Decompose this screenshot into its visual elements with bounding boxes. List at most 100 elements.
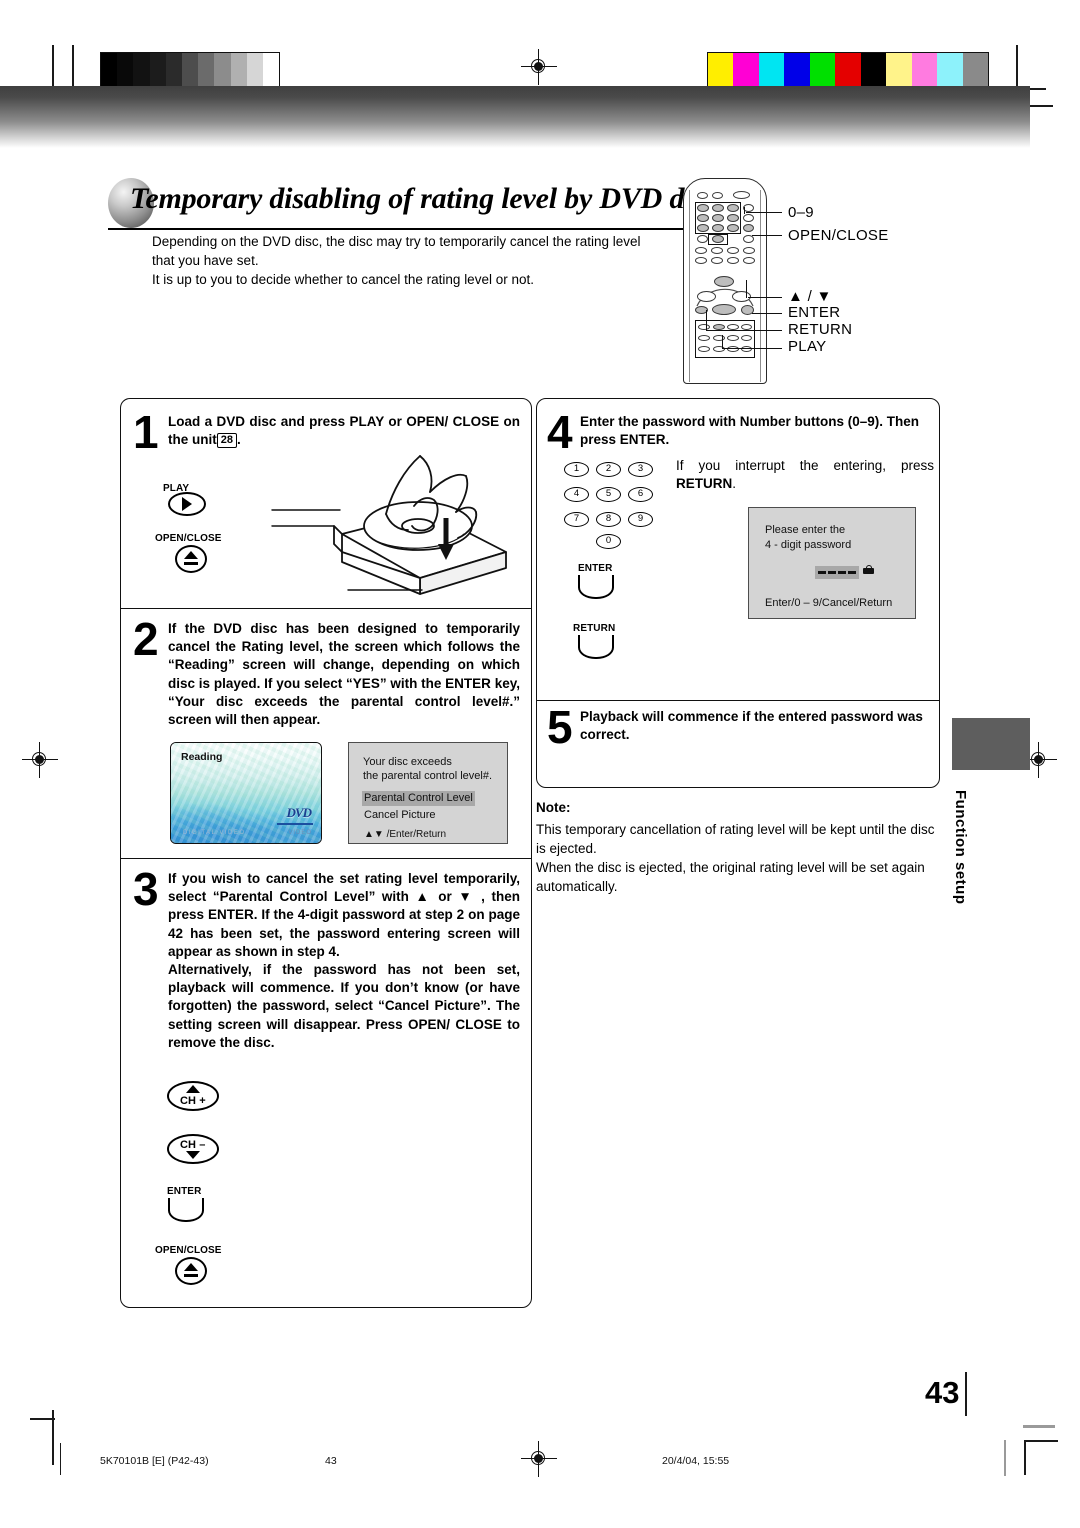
callout-line-play (722, 348, 782, 350)
crop-mark-bottom-right-corner-v (1024, 1440, 1026, 1475)
note-body: This temporary cancellation of rating le… (536, 822, 935, 894)
number-button-3[interactable]: 3 (628, 462, 653, 477)
page-number: 43 (925, 1375, 960, 1410)
callout-line-numbers (746, 212, 782, 214)
dvd-logo: DVD (286, 805, 312, 820)
remote-key (743, 257, 755, 264)
footer-timestamp: 20/4/04, 15:55 (662, 1455, 730, 1467)
step-4-number: 4 (547, 406, 573, 458)
ch-down-button-label: CH – (180, 1139, 206, 1151)
crop-mark-top-right-v (1016, 45, 1018, 90)
step-1-number: 1 (133, 406, 159, 458)
remote-label-open-close: OPEN/CLOSE (788, 227, 889, 244)
number-button-4[interactable]: 4 (564, 487, 589, 502)
remote-key (695, 257, 707, 264)
return-button-caption-step4: RETURN (573, 623, 616, 634)
password-dash (828, 571, 836, 574)
number-button-5[interactable]: 5 (596, 487, 621, 502)
step-2-text: If the DVD disc has been designed to tem… (168, 621, 520, 728)
remote-key (711, 247, 723, 254)
step1-step2-divider (121, 608, 531, 610)
footer-rule-left (60, 1443, 62, 1475)
return-key-icon-step4[interactable] (578, 635, 614, 659)
open-close-button-caption: OPEN/CLOSE (155, 533, 222, 544)
number-button-1[interactable]: 1 (564, 462, 589, 477)
remote-key (733, 191, 750, 199)
remote-num-key (727, 204, 739, 212)
registration-mark-bottom (521, 1441, 557, 1477)
step-1-text: Load a DVD disc and press PLAY or OPEN/ … (168, 413, 520, 449)
eject-bar-icon-step3 (184, 1274, 198, 1277)
password-osd-line-1: Please enter the (765, 524, 846, 536)
step-1-page-badge: 28 (216, 433, 237, 449)
lock-icon (863, 565, 874, 574)
remote-num-key (712, 224, 724, 232)
remote-key (711, 257, 723, 264)
enter-button-caption-step3: ENTER (167, 1186, 202, 1197)
remote-num-key-zero (712, 235, 724, 243)
remote-num-key (697, 224, 709, 232)
callout-line-return (706, 330, 782, 332)
remote-num-key (712, 214, 724, 222)
step2-step3-divider (121, 858, 531, 860)
dvd-logo-sub: VIDEO (288, 830, 312, 836)
number-button-8[interactable]: 8 (596, 512, 621, 527)
enter-key-icon-step3[interactable] (168, 1198, 204, 1222)
footer-document-id: 5K70101B [E] (P42-43) (100, 1455, 209, 1467)
step-4-body-text: If you interrupt the entering, press (676, 458, 934, 473)
open-close-button-icon[interactable] (175, 545, 207, 573)
section-tab-label: Function setup (952, 790, 969, 905)
number-button-6[interactable]: 6 (628, 487, 653, 502)
osd-hint: ▲▼ /Enter/Return (364, 829, 447, 840)
enter-button-caption-step4: ENTER (578, 563, 613, 574)
callout-line-numbers-v (744, 207, 746, 214)
password-masked-field[interactable] (815, 566, 859, 579)
step-4-body-end: . (732, 476, 737, 492)
section-tab-block (952, 718, 1030, 770)
remote-key (697, 192, 708, 199)
password-entry-osd: Please enter the 4 - digit password Ente… (748, 507, 916, 619)
ch-down-triangle-icon (186, 1151, 200, 1159)
number-button-7[interactable]: 7 (564, 512, 589, 527)
remote-num-key (727, 224, 739, 232)
callout-line-play-v (722, 335, 724, 349)
ch-up-triangle-icon (186, 1085, 200, 1093)
page-title: Temporary disabling of rating level by D… (130, 182, 717, 215)
step-1-text-end: . (237, 432, 241, 448)
crop-mark-bottom-right-corner-h (1024, 1440, 1058, 1442)
remote-label-play: PLAY (788, 338, 827, 355)
remote-num-key (697, 214, 709, 222)
note-title: Note: (536, 800, 571, 815)
remote-transport-key (741, 335, 752, 341)
remote-side-key (697, 235, 708, 243)
open-close-icon-step3[interactable] (175, 1257, 207, 1285)
step4-step5-divider (537, 700, 939, 702)
callout-line-return-v (706, 310, 708, 331)
open-close-caption-step3: OPEN/CLOSE (155, 1245, 222, 1256)
remote-left-key (697, 291, 716, 302)
callout-line-updown (748, 297, 782, 299)
remote-label-enter: ENTER (788, 304, 841, 321)
step-4-body: If you interrupt the entering, press RET… (676, 457, 934, 493)
header-gradient-band (0, 86, 1030, 148)
osd-option-parental-control-level[interactable]: Parental Control Level (362, 791, 475, 806)
remote-open-close-key (743, 224, 754, 232)
reading-screen-label: Reading (181, 751, 223, 763)
step-3-number: 3 (133, 863, 159, 915)
number-button-9[interactable]: 9 (628, 512, 653, 527)
callout-line-updown-v (746, 280, 748, 298)
remote-up-key (714, 276, 734, 287)
number-button-0[interactable]: 0 (596, 534, 621, 549)
number-button-2[interactable]: 2 (596, 462, 621, 477)
remote-control-illustration (683, 178, 773, 388)
eject-triangle-icon (184, 551, 198, 559)
osd-option-cancel-picture[interactable]: Cancel Picture (364, 808, 436, 823)
enter-key-icon-step4[interactable] (578, 575, 614, 599)
remote-key (727, 247, 739, 254)
remote-key (712, 192, 723, 199)
remote-transport-key (727, 335, 739, 341)
remote-num-key (712, 204, 724, 212)
step-4-text: Enter the password with Number buttons (… (580, 414, 920, 448)
dvd-logo-sub2: DIGITAL VIDEO (183, 830, 246, 836)
remote-num-key (727, 214, 739, 222)
